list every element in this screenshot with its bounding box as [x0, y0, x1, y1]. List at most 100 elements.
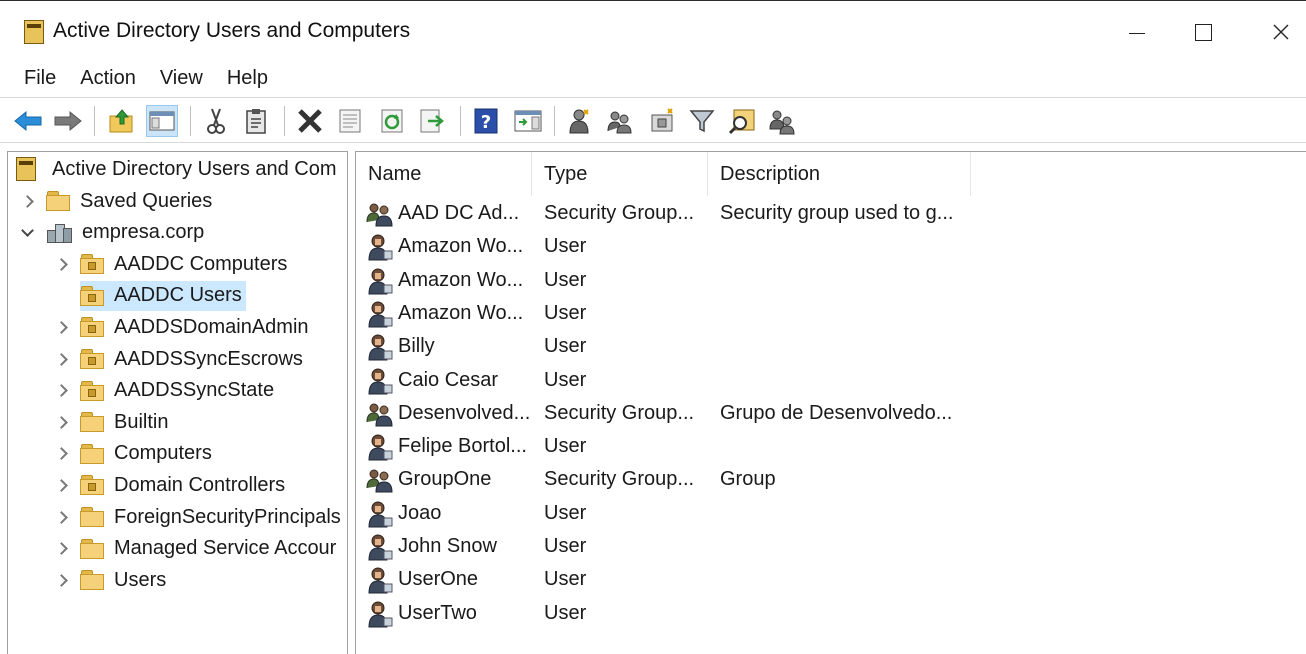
column-header-description[interactable]: Description: [708, 152, 971, 196]
cell-type: Security Group...: [544, 401, 695, 424]
list-row[interactable]: GroupOne Security Group... Group: [356, 463, 1306, 496]
tree-item[interactable]: Users: [54, 565, 170, 595]
window: Active Directory Users and Computers Fil…: [0, 0, 1306, 654]
tree-item[interactable]: empresa.corp: [20, 218, 208, 248]
tree-item[interactable]: AADDSSyncState: [54, 376, 278, 406]
list-row[interactable]: John Snow User: [356, 530, 1306, 563]
folder-icon: [80, 570, 104, 591]
forward-icon: [54, 110, 82, 132]
chevron-right-icon[interactable]: [20, 194, 34, 208]
user-icon: [366, 566, 394, 594]
menu-view[interactable]: View: [150, 61, 217, 95]
cell-name: Desenvolved...: [398, 401, 530, 424]
chevron-right-icon[interactable]: [54, 257, 68, 271]
chevron-right-icon[interactable]: [54, 478, 68, 492]
column-header-name[interactable]: Name: [356, 152, 532, 196]
properties-button[interactable]: [334, 105, 366, 137]
tree-root[interactable]: Active Directory Users and Com: [16, 154, 337, 184]
organizational-unit-icon: [80, 349, 104, 369]
tree-item[interactable]: Saved Queries: [20, 186, 216, 216]
cell-description: Grupo de Desenvolvedo...: [720, 401, 953, 424]
chevron-right-icon[interactable]: [54, 542, 68, 556]
list-row[interactable]: UserOne User: [356, 563, 1306, 596]
filter-button[interactable]: [686, 105, 718, 137]
tree-item[interactable]: Computers: [54, 439, 216, 469]
list-row[interactable]: Amazon Wo... User: [356, 264, 1306, 297]
delete-button[interactable]: [294, 105, 326, 137]
tree-item[interactable]: Domain Controllers: [54, 470, 289, 500]
add-to-group-button[interactable]: [766, 105, 798, 137]
tree-item[interactable]: AADDSDomainAdmin: [54, 312, 313, 342]
list-row[interactable]: Caio Cesar User: [356, 364, 1306, 397]
refresh-button[interactable]: [376, 105, 408, 137]
svg-text:?: ?: [481, 112, 491, 133]
organizational-unit-icon: [80, 254, 104, 275]
tree-item[interactable]: ForeignSecurityPrincipals: [54, 502, 345, 532]
cell-type: User: [544, 501, 587, 524]
column-header-type[interactable]: Type: [532, 152, 708, 196]
list-row[interactable]: Felipe Bortol... User: [356, 430, 1306, 463]
chevron-right-icon[interactable]: [54, 447, 68, 461]
results-list[interactable]: Name Type Description AAD DC Ad... Securi…: [355, 151, 1306, 654]
user-icon: [366, 333, 394, 361]
folder-icon: [80, 412, 104, 433]
menu-file[interactable]: File: [0, 61, 70, 95]
tree-item-label: Builtin: [114, 410, 169, 433]
user-icon: [366, 267, 394, 295]
list-row[interactable]: Amazon Wo... User: [356, 297, 1306, 330]
delete-icon: [298, 109, 322, 133]
list-row[interactable]: Joao User: [356, 497, 1306, 530]
list-row[interactable]: AAD DC Ad... Security Group... Security gr…: [356, 197, 1306, 230]
menu-action[interactable]: Action: [70, 61, 150, 95]
cell-name: Amazon Wo...: [398, 235, 524, 258]
new-ou-button[interactable]: [646, 105, 678, 137]
export-list-button[interactable]: [416, 105, 448, 137]
chevron-right-icon[interactable]: [54, 352, 68, 366]
forward-button[interactable]: [52, 105, 84, 137]
find-button[interactable]: [726, 105, 758, 137]
tree-item-label: AADDC Users: [114, 284, 242, 307]
paste-button[interactable]: [240, 105, 272, 137]
list-row[interactable]: Amazon Wo... User: [356, 230, 1306, 263]
new-user-button[interactable]: [564, 105, 596, 137]
show-action-pane-button[interactable]: [512, 105, 544, 137]
export-list-icon: [420, 109, 444, 133]
list-row[interactable]: Desenvolved... Security Group... Grupo de …: [356, 397, 1306, 430]
find-icon: [728, 109, 755, 135]
tree-item[interactable]: AADDC Computers: [54, 249, 291, 279]
list-row[interactable]: UserTwo User: [356, 597, 1306, 630]
tree-item[interactable]: AADDC Users: [80, 280, 246, 311]
menu-help[interactable]: Help: [217, 61, 282, 95]
minimize-button[interactable]: [1120, 15, 1154, 49]
up-one-level-button[interactable]: [106, 105, 138, 137]
user-icon: [366, 367, 394, 395]
folder-icon: [80, 443, 104, 464]
tree-item[interactable]: AADDSSyncEscrows: [54, 344, 307, 374]
chevron-right-icon[interactable]: [54, 320, 68, 334]
chevron-right-icon[interactable]: [54, 384, 68, 398]
close-button[interactable]: [1264, 15, 1298, 49]
cut-button[interactable]: [200, 105, 232, 137]
back-button[interactable]: [12, 105, 44, 137]
cell-type: User: [544, 435, 587, 458]
list-row[interactable]: Billy User: [356, 330, 1306, 363]
close-icon: [1273, 24, 1289, 40]
refresh-icon: [381, 109, 403, 133]
chevron-right-icon[interactable]: [54, 510, 68, 524]
maximize-button[interactable]: [1186, 15, 1220, 49]
tree-item[interactable]: Managed Service Accour: [54, 534, 340, 564]
cell-type: User: [544, 335, 587, 358]
chevron-right-icon[interactable]: [54, 573, 68, 587]
toolbar-separator: [460, 106, 461, 136]
chevron-down-icon[interactable]: [20, 224, 34, 240]
new-group-button[interactable]: [604, 105, 636, 137]
help-button[interactable]: ?: [470, 105, 502, 137]
title-bar[interactable]: Active Directory Users and Computers: [0, 1, 1306, 61]
organizational-unit-icon: [80, 475, 104, 496]
toolbar-separator: [94, 106, 95, 136]
console-tree[interactable]: Active Directory Users and Com Saved Quer…: [7, 151, 348, 654]
help-icon: ?: [474, 108, 498, 134]
tree-item[interactable]: Builtin: [54, 407, 172, 437]
show-hide-console-tree-button[interactable]: [146, 105, 178, 137]
chevron-right-icon[interactable]: [54, 415, 68, 429]
